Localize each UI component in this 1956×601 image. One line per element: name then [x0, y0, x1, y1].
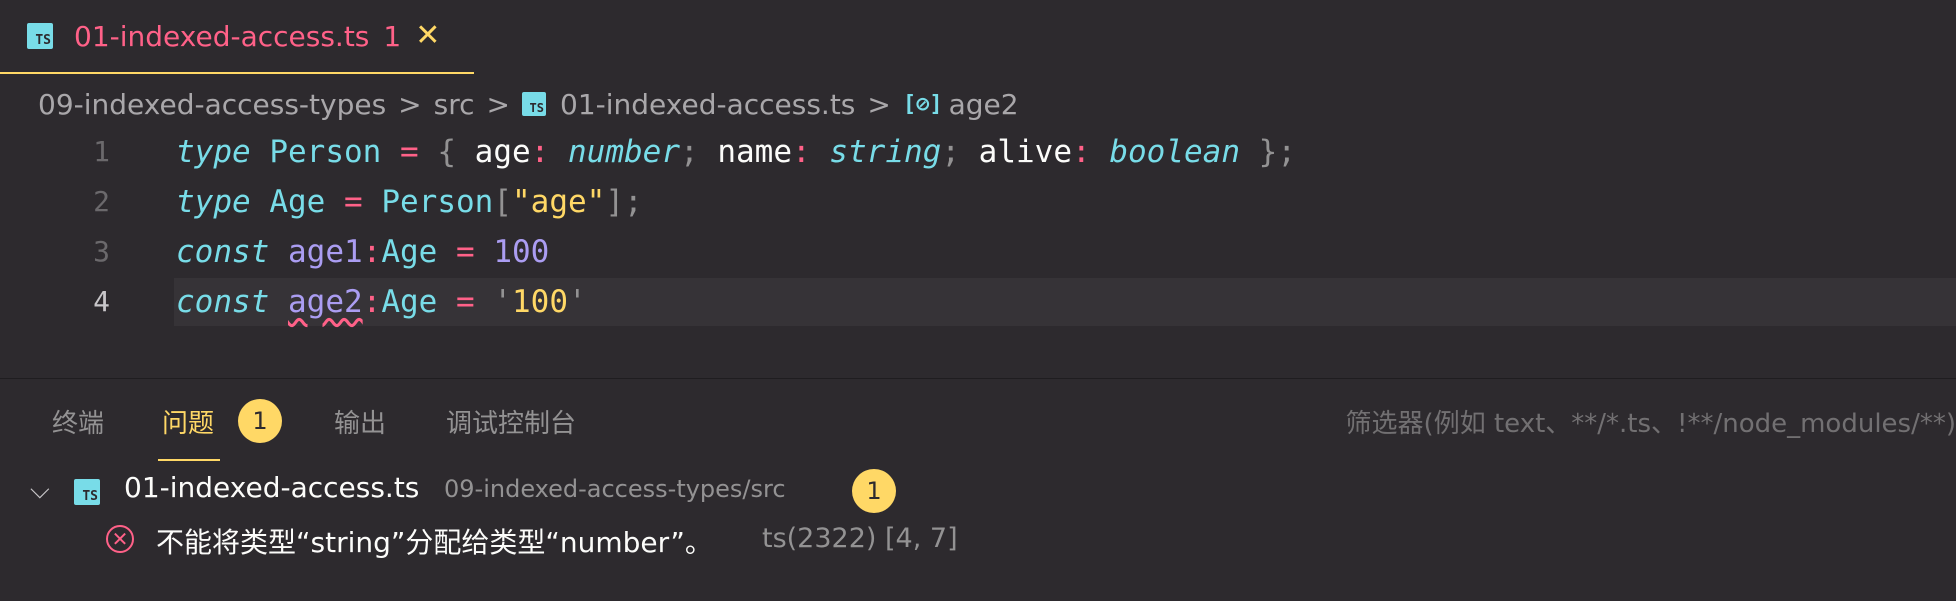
- close-icon[interactable]: ✕: [415, 21, 440, 51]
- line-number: 1: [93, 135, 110, 168]
- chevron-right-icon: >: [486, 87, 510, 121]
- code-line[interactable]: 4 const age2:Age = '100': [0, 278, 1956, 326]
- tab-problem-count: 1: [383, 19, 402, 53]
- code-text: const age1:Age = 100: [176, 234, 550, 270]
- problem-file-path: 09-indexed-access-types/src: [444, 475, 786, 503]
- ts-file-icon: TS: [27, 23, 53, 49]
- editor-tab-bar: TS 01-indexed-access.ts 1 ✕: [0, 0, 1956, 76]
- tab-debug-console[interactable]: 调试控制台: [446, 403, 576, 440]
- code-text: type Person = { age: number; name: strin…: [176, 134, 1297, 170]
- chevron-right-icon: >: [867, 87, 891, 121]
- breadcrumb-item-symbol[interactable]: age2: [949, 88, 1019, 121]
- breadcrumb-item-folder[interactable]: 09-indexed-access-types: [38, 88, 386, 121]
- problems-count-badge: 1: [238, 399, 282, 443]
- ts-file-icon: TS: [74, 479, 100, 505]
- tab-problems[interactable]: 问题: [162, 403, 214, 440]
- problem-file-row[interactable]: ⌵ TS 01-indexed-access.ts 09-indexed-acc…: [0, 469, 1956, 513]
- error-squiggle: age2: [288, 284, 363, 320]
- breadcrumb: 09-indexed-access-types > src > TS 01-in…: [38, 84, 1019, 124]
- code-line[interactable]: 1 type Person = { age: number; name: str…: [0, 128, 1956, 176]
- problem-item[interactable]: ✕ 不能将类型“string”分配给类型“number”。 ts(2322) […: [0, 519, 1956, 563]
- breadcrumb-item-src[interactable]: src: [434, 88, 475, 121]
- line-number: 3: [93, 235, 110, 268]
- problem-file-name: 01-indexed-access.ts: [124, 471, 420, 504]
- breadcrumb-item-file[interactable]: 01-indexed-access.ts: [560, 88, 855, 121]
- variable-symbol-icon: [⊘]: [902, 91, 943, 117]
- tab-terminal[interactable]: 终端: [52, 403, 104, 440]
- error-icon: ✕: [106, 525, 134, 553]
- problem-file-count-badge: 1: [852, 469, 896, 513]
- line-number: 4: [93, 285, 110, 318]
- chevron-down-icon[interactable]: ⌵: [30, 475, 50, 506]
- code-line[interactable]: 3 const age1:Age = 100: [0, 228, 1956, 276]
- editor-tab[interactable]: TS 01-indexed-access.ts 1 ✕: [0, 0, 474, 74]
- code-text: type Age = Person["age"];: [176, 184, 643, 220]
- active-tab-indicator: [158, 459, 220, 461]
- error-message: 不能将类型“string”分配给类型“number”。: [156, 526, 713, 559]
- tab-title: 01-indexed-access.ts: [74, 19, 370, 53]
- ts-file-icon: TS: [522, 92, 546, 116]
- filter-input[interactable]: 筛选器(例如 text、**/*.ts、!**/node_modules/**): [1346, 403, 1956, 440]
- panel-tabs: 终端 问题 1 输出 调试控制台 筛选器(例如 text、**/*.ts、!**…: [0, 379, 1956, 463]
- line-number: 2: [93, 185, 110, 218]
- error-code-location: ts(2322) [4, 7]: [762, 523, 958, 554]
- code-line[interactable]: 2 type Age = Person["age"];: [0, 178, 1956, 226]
- problems-panel: 终端 问题 1 输出 调试控制台 筛选器(例如 text、**/*.ts、!**…: [0, 378, 1956, 601]
- chevron-right-icon: >: [398, 87, 422, 121]
- code-editor[interactable]: 1 type Person = { age: number; name: str…: [0, 128, 1956, 378]
- code-text: const age2:Age = '100': [176, 284, 587, 320]
- tab-output[interactable]: 输出: [334, 403, 386, 440]
